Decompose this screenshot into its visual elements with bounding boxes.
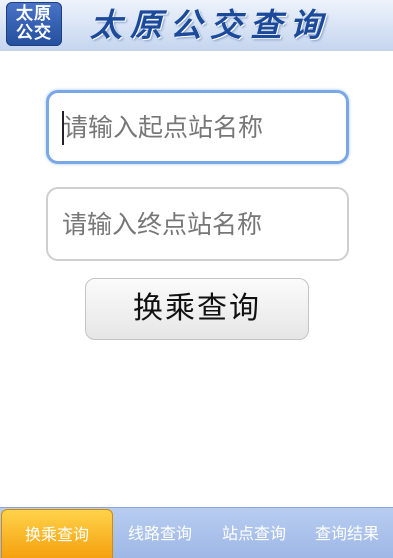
app-root: 太原 公交 太原公交查询 换乘查询 换乘查询 线路查询 站点查询 查询结果 <box>0 0 393 558</box>
end-station-input[interactable] <box>48 189 347 259</box>
tab-station-search[interactable]: 站点查询 <box>207 508 301 558</box>
logo-text-line1: 太原 <box>16 4 52 24</box>
bottom-nav: 换乘查询 线路查询 站点查询 查询结果 <box>0 507 393 558</box>
app-title: 太原公交查询 <box>90 6 331 44</box>
start-station-input[interactable] <box>49 93 346 161</box>
text-cursor <box>62 111 64 145</box>
tab-search-results[interactable]: 查询结果 <box>301 508 393 558</box>
transfer-search-button[interactable]: 换乘查询 <box>85 278 309 340</box>
logo-text-line2: 公交 <box>16 23 52 43</box>
start-station-field[interactable] <box>46 90 349 164</box>
tab-route-search[interactable]: 线路查询 <box>113 508 207 558</box>
end-station-field[interactable] <box>46 187 349 261</box>
app-logo: 太原 公交 <box>6 2 62 46</box>
header-bar: 太原 公交 太原公交查询 <box>0 0 393 51</box>
tab-transfer-search[interactable]: 换乘查询 <box>1 508 113 558</box>
